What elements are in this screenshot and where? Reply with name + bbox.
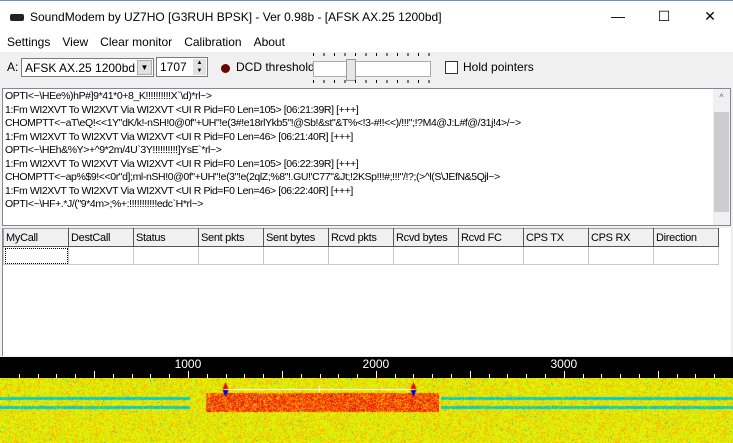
close-button[interactable]: ✕ xyxy=(687,1,733,32)
mode-value: AFSK AX.25 1200bd xyxy=(25,61,136,75)
dcd-threshold-slider[interactable] xyxy=(313,59,431,81)
app-icon xyxy=(10,14,24,21)
menu-about[interactable]: About xyxy=(247,32,290,52)
menu-settings[interactable]: Settings xyxy=(0,32,55,52)
monitor-textarea[interactable]: OPTI<~\HEe%)hP#]9*41*0+8_K!!!!!!!!!!X`\d… xyxy=(2,88,731,226)
monitor-line: CHOMPTT<~ap%$9!<<0r"d];ml-nSH!0@0f"+UH"!… xyxy=(5,171,500,183)
column-header[interactable]: CPS RX xyxy=(588,228,654,247)
scale-label: 2000 xyxy=(362,357,390,371)
toolbar: A: AFSK AX.25 1200bd ▼ 1707 ▲ ▼ DCD thres… xyxy=(0,52,733,84)
scale-label: 3000 xyxy=(550,357,578,371)
column-header[interactable]: Rcvd FC xyxy=(458,228,524,247)
slider-thumb[interactable] xyxy=(345,59,356,81)
hold-pointers-checkbox[interactable] xyxy=(445,61,458,74)
table-row[interactable] xyxy=(3,246,719,265)
monitor-line: OPTI<~\HEh&%Y>+^9*2m/4U`3Y!!!!!!!!!!]YsE… xyxy=(5,144,222,156)
menu-clear-monitor[interactable]: Clear monitor xyxy=(93,32,177,52)
menu-view[interactable]: View xyxy=(55,32,93,52)
column-header[interactable]: Status xyxy=(133,228,199,247)
channel-label: A: xyxy=(7,60,19,74)
table-cell[interactable] xyxy=(3,246,69,265)
window-title: SoundModem by UZ7HO [G3RUH BPSK] - Ver 0… xyxy=(30,10,442,24)
waterfall-display[interactable] xyxy=(0,378,733,443)
column-header[interactable]: Sent bytes xyxy=(263,228,329,247)
slider-ticks-bottom xyxy=(313,80,431,83)
monitor-scrollbar[interactable]: ^ xyxy=(713,89,730,225)
chevron-down-icon[interactable]: ▼ xyxy=(137,60,152,75)
table-cell[interactable] xyxy=(328,246,394,265)
frequency-spinner[interactable]: 1707 ▲ ▼ xyxy=(156,57,208,77)
column-header[interactable]: Rcvd pkts xyxy=(328,228,394,247)
frequency-scale: 1000 2000 3000 xyxy=(0,357,733,378)
menu-calibration[interactable]: Calibration xyxy=(177,32,246,52)
minimize-button[interactable]: — xyxy=(595,1,641,32)
table-cell[interactable] xyxy=(588,246,654,265)
table-cell[interactable] xyxy=(198,246,264,265)
scale-label: 1000 xyxy=(174,357,202,371)
column-header[interactable]: CPS TX xyxy=(523,228,589,247)
table-cell[interactable] xyxy=(523,246,589,265)
monitor-line: CHOMPTT<~aT\eQ!<<1Y"dK/k!-nSH!0@0f"+UH"!… xyxy=(5,117,521,129)
column-header[interactable]: DestCall xyxy=(68,228,134,247)
scrollbar-thumb[interactable] xyxy=(714,112,729,212)
table-cell[interactable] xyxy=(263,246,329,265)
maximize-button[interactable]: ☐ xyxy=(641,1,687,32)
monitor-line: 1:Fm WI2XVT To WI2XVT Via WI2XVT <UI R P… xyxy=(5,103,359,116)
table-header: MyCall DestCall Status Sent pkts Sent bytes R… xyxy=(3,228,719,247)
monitor-line: 1:Fm WI2XVT To WI2XVT Via WI2XVT <UI R P… xyxy=(5,130,353,143)
mode-select[interactable]: AFSK AX.25 1200bd ▼ xyxy=(21,58,154,77)
column-header[interactable]: Sent pkts xyxy=(198,228,264,247)
column-header[interactable]: MyCall xyxy=(3,228,69,247)
table-cell[interactable] xyxy=(68,246,134,265)
column-header[interactable]: Direction xyxy=(653,228,719,247)
table-cell[interactable] xyxy=(393,246,459,265)
monitor-line: OPTI<~\HEe%)hP#]9*41*0+8_K!!!!!!!!!!X`\d… xyxy=(5,90,212,102)
monitor-line: OPTI<~\HF+.*J/("9*4m>;%+:!!!!!!!!!!!edc`… xyxy=(5,198,204,210)
slider-ticks-top xyxy=(313,53,431,56)
title-bar: SoundModem by UZ7HO [G3RUH BPSK] - Ver 0… xyxy=(0,0,733,32)
hold-pointers-label: Hold pointers xyxy=(463,60,534,74)
scroll-up-icon[interactable]: ^ xyxy=(713,89,730,106)
table-cell[interactable] xyxy=(653,246,719,265)
table-cell[interactable] xyxy=(458,246,524,265)
monitor-lines: OPTI<~\HEe%)hP#]9*41*0+8_K!!!!!!!!!!X`\d… xyxy=(5,90,521,212)
monitor-line: 1:Fm WI2XVT To WI2XVT Via WI2XVT <UI R P… xyxy=(5,157,359,170)
table-cell[interactable] xyxy=(133,246,199,265)
dcd-threshold-label: DCD threshold xyxy=(236,60,315,74)
spinner-arrows-icon[interactable]: ▲ ▼ xyxy=(193,59,206,75)
column-header[interactable]: Rcvd bytes xyxy=(393,228,459,247)
frequency-value: 1707 xyxy=(160,60,187,74)
dcd-led-icon xyxy=(221,64,230,73)
menu-bar: Settings View Clear monitor Calibration … xyxy=(0,32,733,52)
monitor-line: 1:Fm WI2XVT To WI2XVT Via WI2XVT <UI R P… xyxy=(5,184,353,197)
connections-table: MyCall DestCall Status Sent pkts Sent bytes R… xyxy=(2,228,731,356)
